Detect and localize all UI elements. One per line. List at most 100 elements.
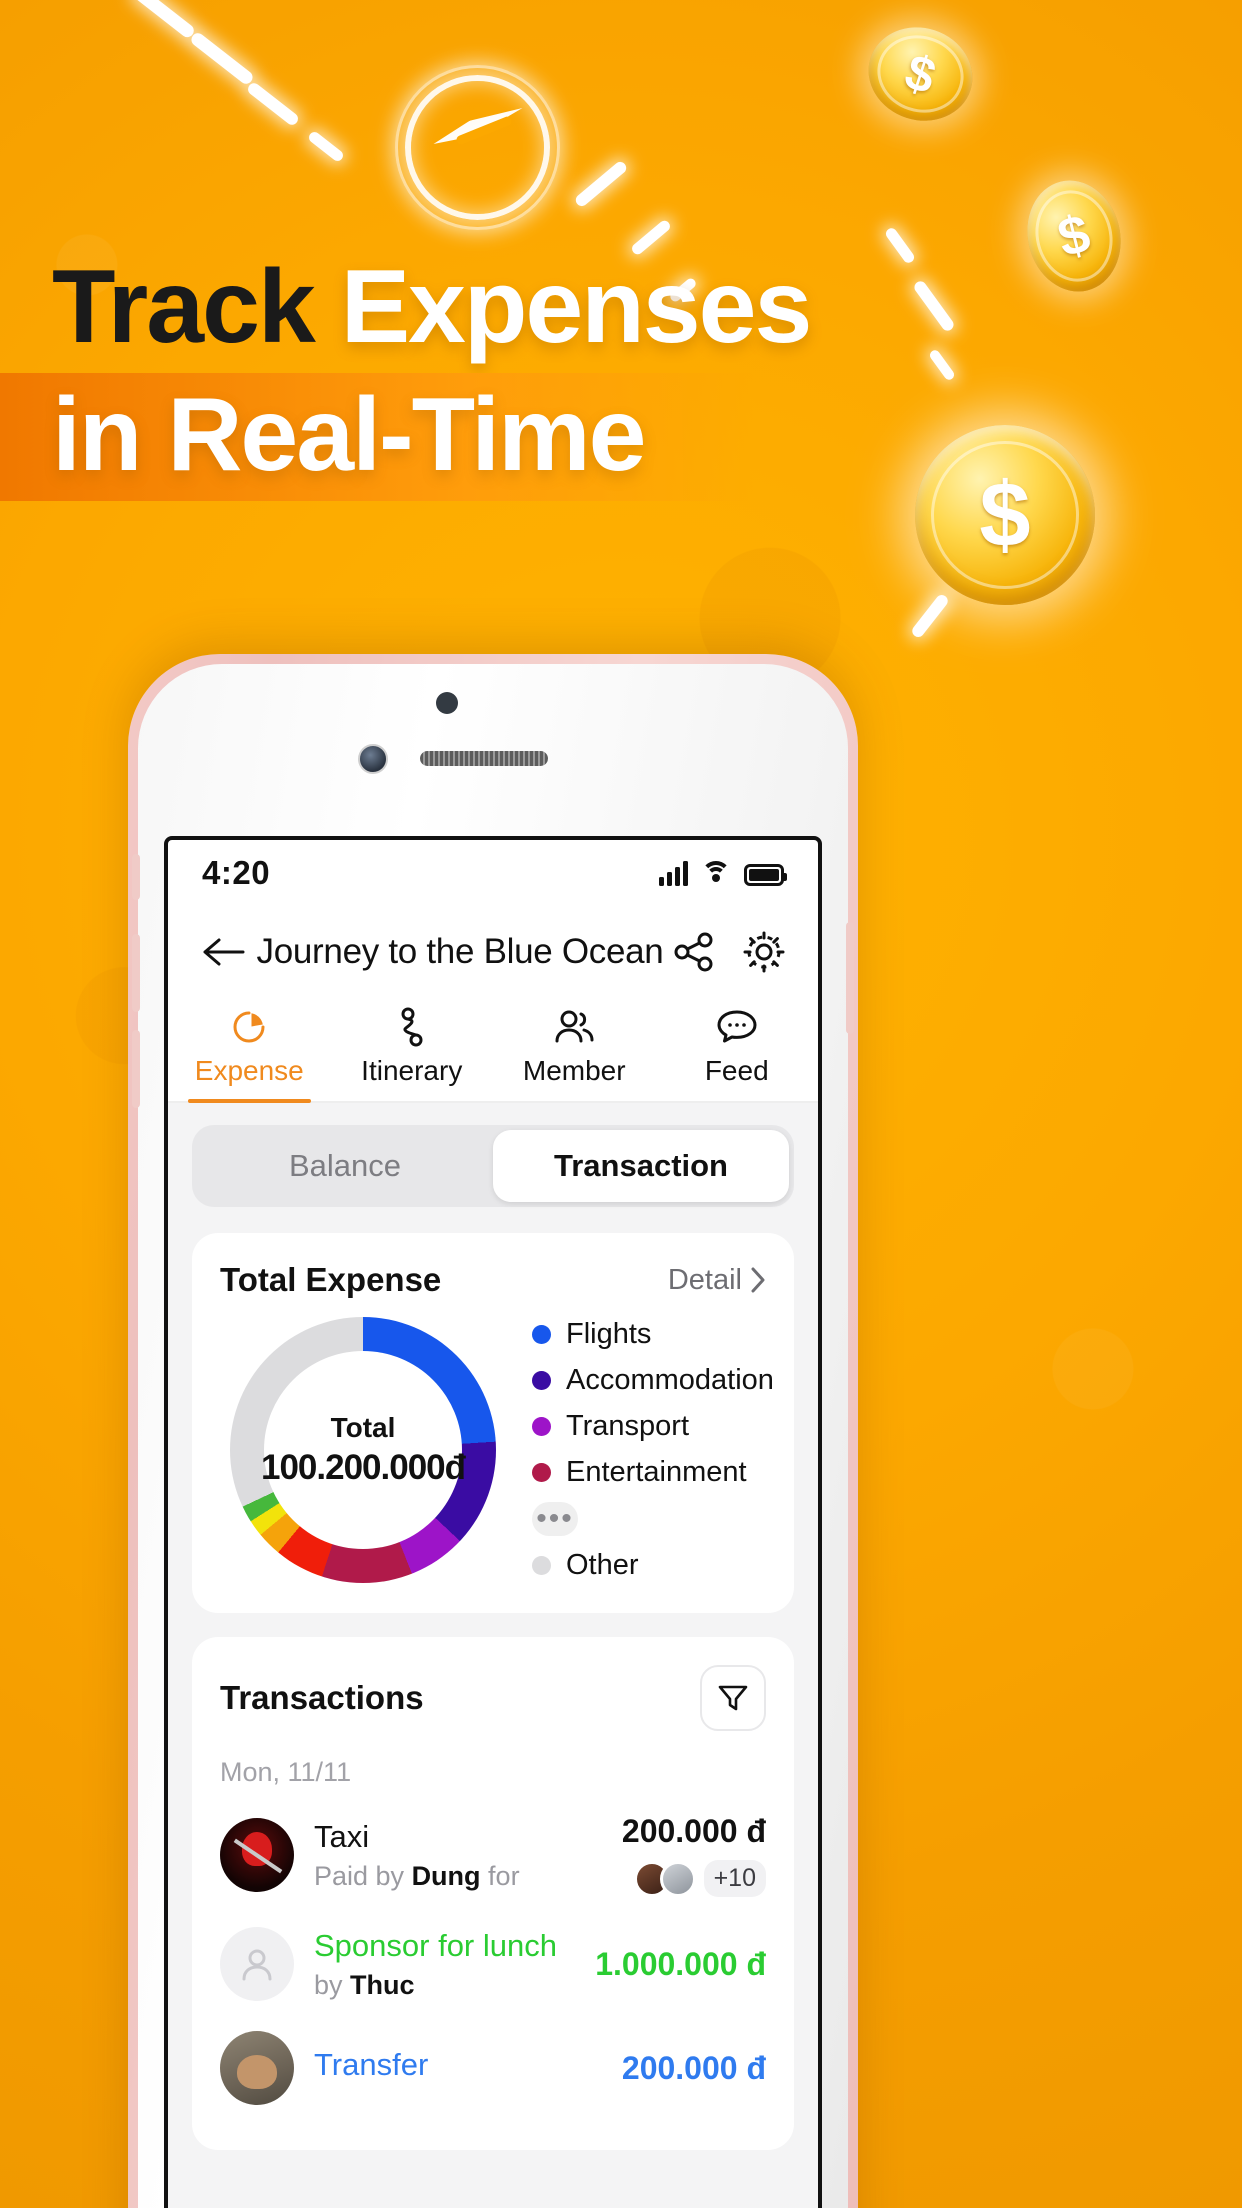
expense-chart-row: Total 100.200.000đ Flights Accommodation… [220,1317,774,1583]
avatar [220,2031,294,2105]
legend-color-dot [532,1463,551,1482]
volume-down-button [132,1030,140,1108]
legend-label: Flights [566,1318,652,1350]
subtitle-prefix: Paid by [314,1860,412,1891]
subtitle-prefix: by [314,1969,351,2000]
transaction-amount: 200.000 đ [621,1813,766,1849]
legend-item: Entertainment [532,1456,774,1489]
subtitle-name: Thuc [350,1969,415,2000]
table-row[interactable]: Transfer 200.000 đ [220,2016,766,2120]
phone-body: 4:20 Journey to the Blue Ocean Expense I… [132,664,854,2208]
gear-icon[interactable] [740,928,788,976]
transaction-main: Transfer [314,2047,602,2089]
tab-label: Member [522,1055,626,1086]
legend-item-more[interactable]: ••• [532,1502,774,1536]
transaction-amount: 1.000.000 đ [595,1945,766,1982]
chart-legend: Flights Accommodation Transport Entertai… [496,1318,774,1582]
avatar [659,1860,696,1897]
tab-feed[interactable]: Feed [656,998,819,1101]
headline-word-expenses: Expenses [340,249,813,365]
section-tabs: Expense Itinerary Member Feed [168,998,818,1103]
light-streak [306,129,346,164]
legend-color-dot [532,1325,551,1344]
screen-body: Balance Transaction Total Expense Detail [168,1103,818,2208]
transaction-title: Taxi [314,1818,370,1854]
coin-ring [867,24,974,124]
status-bar-icons [659,860,787,886]
filter-icon [718,1685,748,1711]
total-expense-title: Total Expense [220,1261,442,1298]
phone-mockup: 4:20 Journey to the Blue Ocean Expense I… [128,654,858,2208]
transaction-amount: 200.000 đ [621,2049,766,2086]
transaction-right: 200.000 đ [622,2050,766,2087]
headline-line-1: Track Expenses [0,255,1100,359]
segment-transaction[interactable]: Transaction [493,1130,789,1202]
chat-bubble-icon [716,1006,758,1048]
headline-line-2-highlight: in Real-Time [0,373,755,501]
compass-icon [395,65,560,230]
app-screen: 4:20 Journey to the Blue Ocean Expense I… [164,836,822,2208]
transaction-main: Sponsor for lunch by Thuc [314,1928,575,2001]
ellipsis-icon: ••• [532,1502,578,1536]
promo-headline: Track Expenses in Real-Time [0,255,1100,501]
transactions-title: Transactions [220,1679,424,1716]
transaction-title: Sponsor for lunch [314,1927,557,1963]
status-bar-time: 4:20 [202,854,271,891]
light-streak [573,159,629,209]
status-bar: 4:20 [168,840,818,906]
tab-itinerary[interactable]: Itinerary [331,998,494,1101]
legend-color-dot [532,1417,551,1436]
silent-switch [132,854,140,900]
tab-expense[interactable]: Expense [168,998,331,1103]
wifi-icon [701,860,731,886]
participant-avatars[interactable]: +10 [622,1860,766,1897]
legend-label: Accommodation [566,1364,774,1396]
legend-item: Transport [532,1410,774,1443]
subtitle-suffix: for [480,1860,520,1891]
arrow-left-icon[interactable] [198,926,250,978]
legend-label: Entertainment [566,1456,747,1488]
light-streak [188,30,256,87]
segment-balance[interactable]: Balance [197,1130,493,1202]
legend-color-dot [532,1556,551,1575]
legend-color-dot [532,1371,551,1390]
detail-label: Detail [667,1263,742,1296]
light-streak [909,592,951,640]
transactions-header: Transactions [220,1665,766,1731]
transaction-subtitle: Paid by Dung for [314,1861,602,1892]
legend-label: Transport [566,1410,690,1442]
light-streak [245,80,301,128]
chevron-right-icon [751,1267,765,1293]
filter-button[interactable] [700,1665,766,1731]
avatar [220,1927,294,2001]
detail-link[interactable]: Detail [668,1264,766,1297]
legend-item: Flights [532,1318,774,1351]
person-placeholder-icon [242,1949,272,1981]
promo-screenshot: $ $ $ Track Expenses in Real-Time 4:20 J… [0,0,1242,2208]
table-row[interactable]: Sponsor for lunch by Thuc 1.000.000 đ [220,1912,766,2016]
participant-overflow-count: +10 [703,1860,766,1897]
transaction-title: Transfer [314,2047,429,2082]
transaction-date-group: Mon, 11/11 [220,1757,352,1787]
donut-center-label: Total [330,1412,396,1443]
page-title: Journey to the Blue Ocean [256,932,664,971]
donut-center: Total 100.200.000đ [261,1351,466,1549]
transactions-card: Transactions Mon, 11/11 Taxi Paid by Dun… [192,1637,794,2150]
transaction-subtitle: by Thuc [314,1970,575,2001]
route-icon [392,1006,432,1048]
proximity-sensor [436,692,458,714]
tab-member[interactable]: Member [493,998,656,1101]
coin-icon: $ [856,14,985,134]
people-icon [551,1006,597,1048]
headline-line-2: in Real-Time [52,377,646,493]
light-streak [131,0,197,40]
tab-label: Expense [194,1055,304,1086]
donut-center-value: 100.200.000đ [261,1448,466,1487]
tab-label: Itinerary [361,1055,463,1086]
table-row[interactable]: Taxi Paid by Dung for 200.000 đ +10 [220,1798,766,1912]
expense-donut-chart: Total 100.200.000đ [230,1317,496,1583]
share-icon[interactable] [670,928,718,976]
app-header: Journey to the Blue Ocean [168,906,818,998]
cellular-signal-icon [659,860,688,886]
total-expense-card: Total Expense Detail Total 100.200.000đ … [192,1233,794,1613]
